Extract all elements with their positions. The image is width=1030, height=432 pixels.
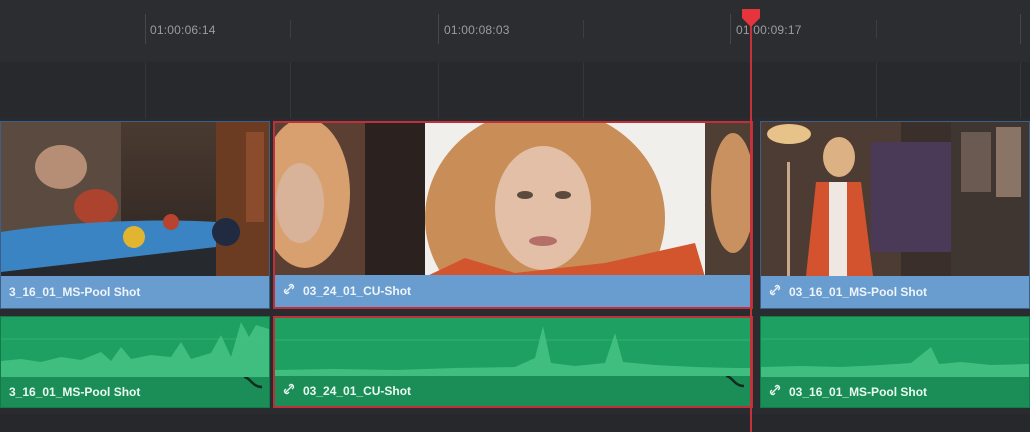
clip-name-label: 03_24_01_CU-Shot bbox=[275, 275, 751, 307]
ruler-tick bbox=[145, 14, 146, 44]
ruler-tick bbox=[583, 20, 584, 38]
timecode-label: 01:00:08:03 bbox=[444, 23, 510, 37]
timecode-label: 01:00:06:14 bbox=[150, 23, 216, 37]
clip-thumbnail bbox=[1, 122, 269, 276]
ruler-tick bbox=[1020, 14, 1021, 44]
audio-waveform bbox=[761, 338, 1029, 377]
clip-name: 03_16_01_MS-Pool Shot bbox=[789, 285, 928, 299]
audio-clip-selected[interactable]: 03_24_01_CU-Shot bbox=[273, 316, 753, 408]
track-footer bbox=[0, 414, 1030, 432]
ruler-tick bbox=[730, 14, 731, 44]
timecode-strip[interactable]: 01:00:06:14 01:00:08:03 01:00:09:17 bbox=[0, 0, 1030, 62]
clip-name-label: 3_16_01_MS-Pool Shot bbox=[1, 276, 269, 308]
video-clip[interactable]: 3_16_01_MS-Pool Shot bbox=[0, 121, 270, 309]
audio-waveform bbox=[1, 322, 269, 377]
grid-line bbox=[1020, 62, 1021, 118]
grid-line bbox=[876, 62, 877, 118]
clip-name: 03_16_01_MS-Pool Shot bbox=[789, 385, 928, 399]
audio-clip[interactable]: 03_16_01_MS-Pool Shot bbox=[760, 316, 1030, 408]
clip-name: 03_24_01_CU-Shot bbox=[303, 284, 412, 298]
timeline-ruler[interactable]: 01:00:06:14 01:00:08:03 01:00:09:17 bbox=[0, 0, 1030, 118]
ruler-tick bbox=[290, 20, 291, 38]
link-icon bbox=[283, 275, 295, 307]
clip-name: 03_24_01_CU-Shot bbox=[303, 384, 412, 398]
clip-name: 3_16_01_MS-Pool Shot bbox=[9, 285, 141, 299]
link-icon bbox=[769, 377, 781, 407]
playhead-marker-icon[interactable] bbox=[741, 8, 761, 33]
playhead-line[interactable] bbox=[750, 14, 752, 432]
grid-line bbox=[145, 62, 146, 118]
audio-clip-label: 3_16_01_MS-Pool Shot bbox=[1, 377, 269, 407]
clip-thumbnail bbox=[275, 123, 751, 277]
clip-name: 3_16_01_MS-Pool Shot bbox=[9, 385, 141, 399]
audio-waveform bbox=[275, 326, 751, 378]
audio-fade-icon[interactable] bbox=[725, 376, 745, 400]
grid-line bbox=[290, 62, 291, 118]
ruler-tick bbox=[438, 14, 439, 44]
ruler-tick bbox=[876, 20, 877, 38]
grid-line bbox=[438, 62, 439, 118]
audio-clip[interactable]: 3_16_01_MS-Pool Shot bbox=[0, 316, 270, 408]
audio-clip-label: 03_16_01_MS-Pool Shot bbox=[761, 377, 1029, 407]
clip-name-label: 03_16_01_MS-Pool Shot bbox=[761, 276, 1029, 308]
audio-fade-icon[interactable] bbox=[243, 377, 263, 401]
video-clip[interactable]: 03_16_01_MS-Pool Shot bbox=[760, 121, 1030, 309]
grid-line bbox=[583, 62, 584, 118]
video-clip-selected[interactable]: 03_24_01_CU-Shot bbox=[273, 121, 753, 309]
link-icon bbox=[283, 376, 295, 406]
audio-clip-label: 03_24_01_CU-Shot bbox=[275, 376, 751, 406]
clip-thumbnail bbox=[761, 122, 1029, 276]
link-icon bbox=[769, 276, 781, 308]
